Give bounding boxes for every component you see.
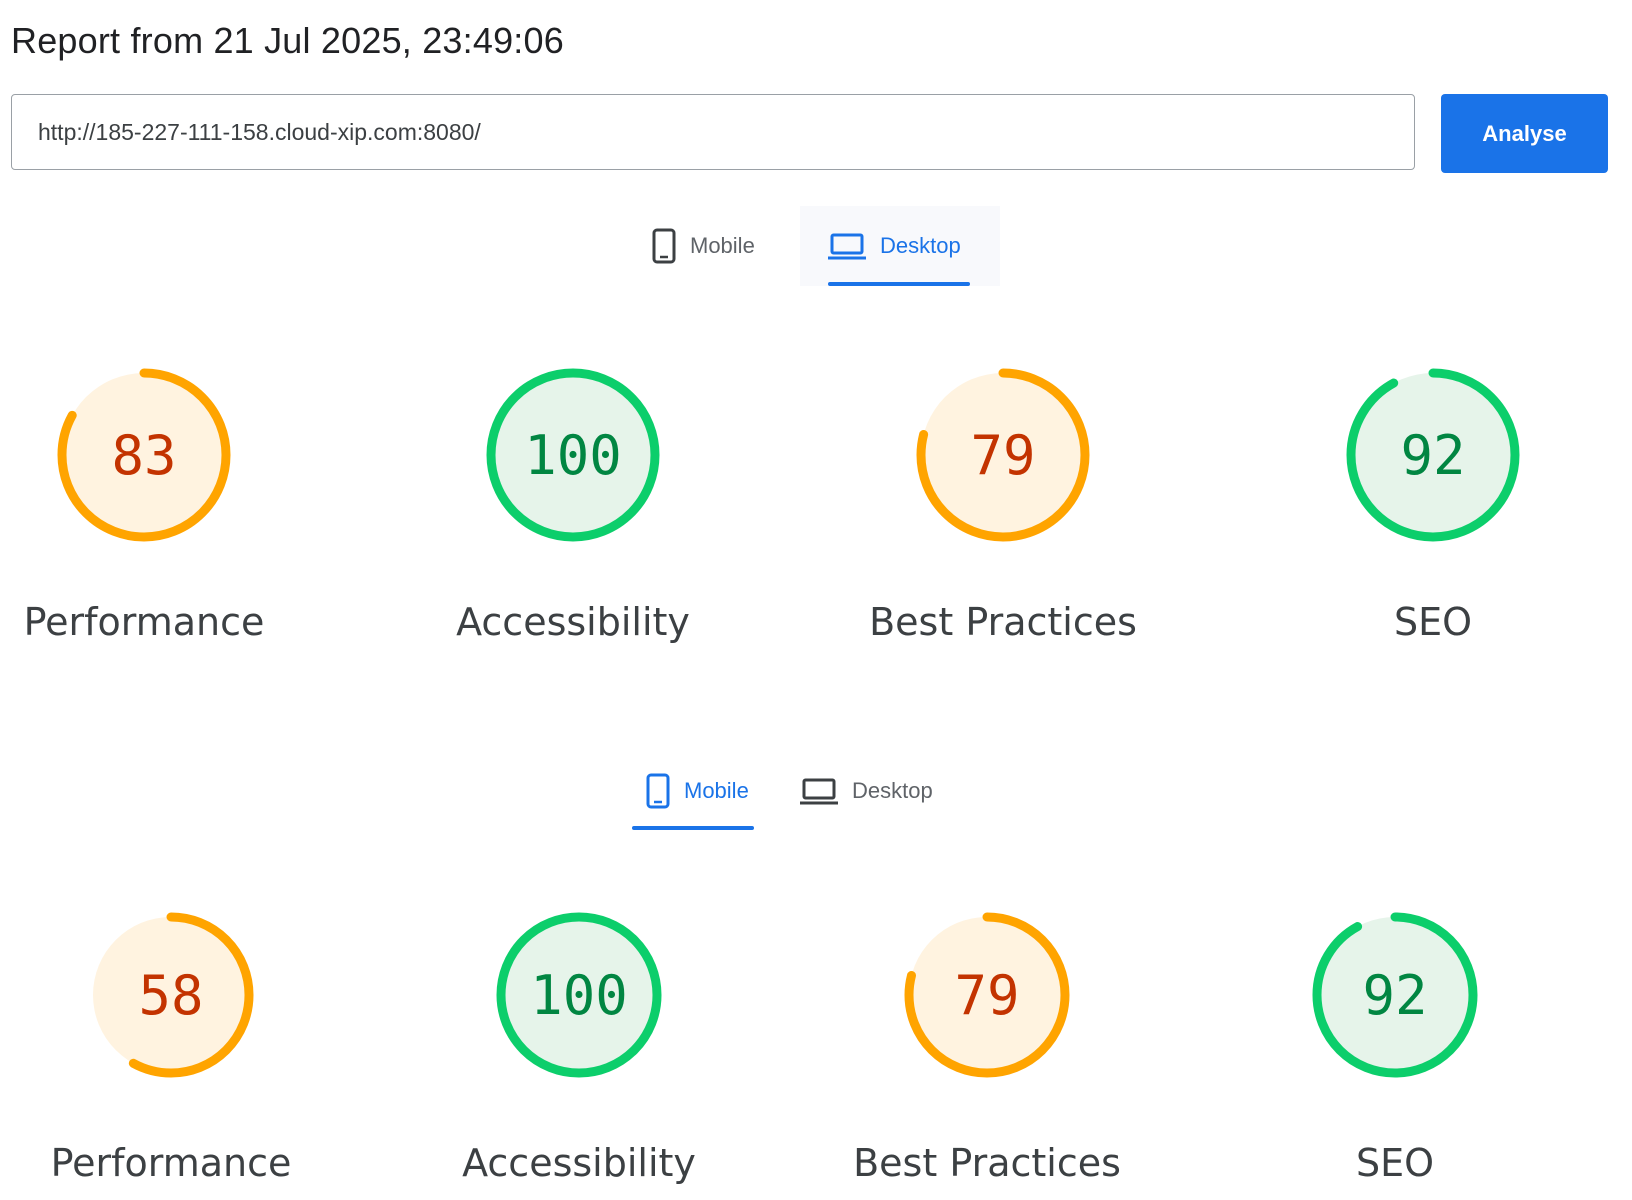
score-gauge-best-practices[interactable]: 79 Best Practices bbox=[869, 360, 1137, 644]
tab-label: Mobile bbox=[684, 778, 749, 803]
active-tab-indicator bbox=[828, 282, 970, 286]
score-ring: 83 bbox=[57, 368, 231, 542]
tab-label: Desktop bbox=[880, 233, 961, 258]
score-label: Accessibility bbox=[456, 600, 690, 644]
phone-icon bbox=[646, 773, 670, 809]
tab-label: Mobile bbox=[690, 233, 755, 258]
score-ring: 79 bbox=[916, 368, 1090, 542]
score-gauge-performance[interactable]: 58 Performance bbox=[51, 904, 291, 1185]
analyse-button[interactable]: Analyse bbox=[1441, 94, 1608, 173]
score-value: 100 bbox=[530, 964, 628, 1027]
score-gauge-best-practices[interactable]: 79 Best Practices bbox=[853, 904, 1121, 1185]
score-gauge-accessibility[interactable]: 100 Accessibility bbox=[456, 360, 690, 644]
tab-mobile[interactable]: Mobile bbox=[640, 206, 800, 286]
tab-label: Desktop bbox=[852, 778, 933, 803]
score-value: 92 bbox=[1400, 424, 1465, 487]
phone-icon bbox=[652, 228, 676, 264]
laptop-icon bbox=[828, 232, 866, 260]
score-value: 79 bbox=[970, 424, 1035, 487]
score-ring: 79 bbox=[904, 912, 1070, 1078]
url-input[interactable] bbox=[11, 94, 1415, 170]
score-ring: 92 bbox=[1312, 912, 1478, 1078]
score-ring: 92 bbox=[1346, 368, 1520, 542]
score-value: 79 bbox=[954, 964, 1019, 1027]
tab-mobile[interactable]: Mobile bbox=[632, 752, 782, 830]
tab-desktop[interactable]: Desktop bbox=[782, 752, 972, 830]
laptop-icon bbox=[800, 777, 838, 805]
score-label: Best Practices bbox=[869, 600, 1137, 644]
score-value: 58 bbox=[138, 964, 203, 1027]
score-value: 92 bbox=[1362, 964, 1427, 1027]
score-value: 100 bbox=[524, 424, 622, 487]
score-ring: 100 bbox=[486, 368, 660, 542]
score-gauge-accessibility[interactable]: 100 Accessibility bbox=[462, 904, 696, 1185]
device-tabs: Mobile Desktop bbox=[640, 206, 1000, 286]
score-gauge-seo[interactable]: 92 SEO bbox=[1338, 360, 1528, 644]
tab-desktop[interactable]: Desktop bbox=[800, 206, 1000, 286]
score-label: SEO bbox=[1393, 600, 1473, 644]
active-tab-indicator bbox=[632, 826, 754, 830]
score-label: Performance bbox=[23, 600, 265, 644]
score-ring: 58 bbox=[88, 912, 254, 1078]
score-label: Performance bbox=[50, 1141, 292, 1185]
score-gauge-seo[interactable]: 92 SEO bbox=[1304, 904, 1486, 1185]
score-label: SEO bbox=[1355, 1141, 1435, 1185]
score-gauge-performance[interactable]: 83 Performance bbox=[24, 360, 264, 644]
score-label: Best Practices bbox=[853, 1141, 1121, 1185]
score-label: Accessibility bbox=[462, 1141, 696, 1185]
score-value: 83 bbox=[111, 424, 176, 487]
page-title: Report from 21 Jul 2025, 23:49:06 bbox=[11, 20, 564, 61]
device-tabs: Mobile Desktop bbox=[632, 752, 972, 830]
score-ring: 100 bbox=[496, 912, 662, 1078]
